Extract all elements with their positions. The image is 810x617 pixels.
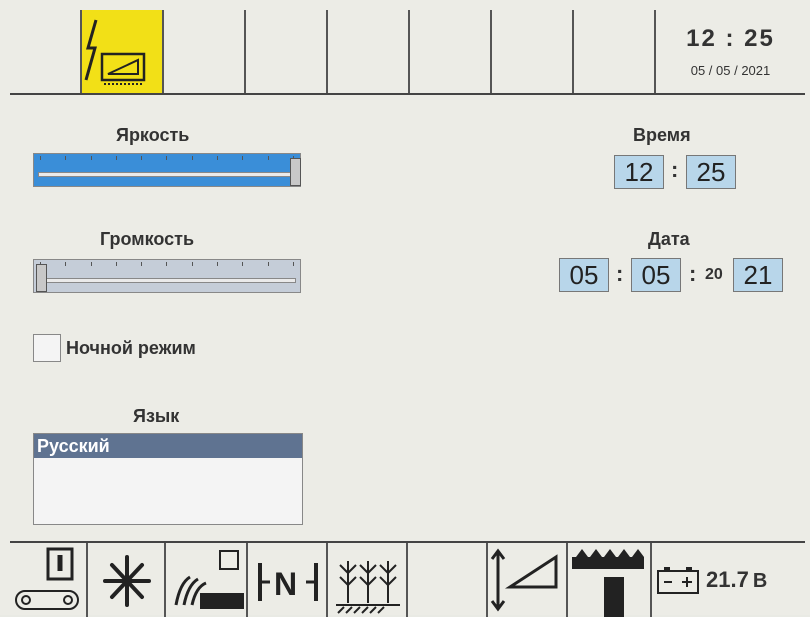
time-label: Время [633,125,691,145]
night-mode-label: Ночной режим [66,338,196,358]
battery-voltage-unit: B [752,570,768,592]
top-toolbar: 12 : 25 05 / 05 / 2021 [10,10,805,95]
battery-voltage-value: 21.7 [706,567,749,592]
toolbar-slot-6[interactable] [410,10,492,93]
plant-sensor-button[interactable] [166,543,248,617]
fan-button[interactable] [88,543,166,617]
settings-screen: 12 : 25 05 / 05 / 2021 Яркость Громкость… [0,0,810,617]
neutral-icon: N [258,563,318,602]
volume-slider-thumb[interactable] [36,264,47,292]
language-label: Язык [133,406,180,426]
toolbar-slot-1[interactable] [10,10,82,93]
time-separator: : [671,157,679,182]
volume-slider[interactable] [33,259,301,293]
clock-date: 05 / 05 / 2021 [690,63,771,78]
neutral-button[interactable]: N [248,543,328,617]
bottom-slot-empty[interactable] [408,543,488,617]
height-adjust-button[interactable] [488,543,568,617]
date-day-field[interactable]: 05 [559,258,609,292]
header-icon [572,549,644,617]
battery-voltage: 21.7 B [706,567,767,593]
volume-label: Громкость [100,229,195,249]
conveyor-button[interactable] [10,543,88,617]
clock-time: 12 : 25 [686,25,775,52]
toolbar-slot-3[interactable] [164,10,246,93]
date-separator-1: : [616,261,624,286]
battery-icon [657,567,699,594]
conveyor-icon [15,547,79,610]
crop-button[interactable] [328,543,408,617]
brightness-slider-thumb[interactable] [290,158,301,186]
date-year-field[interactable]: 21 [733,258,783,292]
power-screen-icon [84,19,146,85]
slider-track [38,172,296,177]
power-screen-tab[interactable] [82,10,164,93]
night-mode-checkbox[interactable] [33,334,61,362]
plant-sensor-icon [174,550,244,609]
svg-text:N: N [274,566,297,602]
slider-ticks [40,156,294,160]
date-label: Дата [648,229,690,249]
brightness-slider[interactable] [33,153,301,187]
slider-track [38,278,296,283]
crop-icon [336,561,400,614]
time-minutes-field[interactable]: 25 [686,155,736,189]
clock-display: 12 : 25 05 / 05 / 2021 [656,10,805,93]
toolbar-slot-5[interactable] [328,10,410,93]
language-list[interactable]: Русский [33,433,303,525]
fan-icon [103,555,151,607]
battery-status: 21.7 B [652,543,805,617]
brightness-label: Яркость [116,125,190,145]
date-month-field[interactable]: 05 [631,258,681,292]
height-adjust-icon [490,548,558,612]
header-button[interactable] [568,543,652,617]
language-option-selected[interactable]: Русский [34,434,302,458]
toolbar-slot-4[interactable] [246,10,328,93]
bottom-toolbar: N 21.7 B [10,541,805,617]
date-year-prefix: 20 [705,266,723,283]
toolbar-slot-8[interactable] [574,10,656,93]
slider-ticks [40,262,294,266]
date-separator-2: : [689,261,697,286]
toolbar-slot-7[interactable] [492,10,574,93]
time-hours-field[interactable]: 12 [614,155,664,189]
